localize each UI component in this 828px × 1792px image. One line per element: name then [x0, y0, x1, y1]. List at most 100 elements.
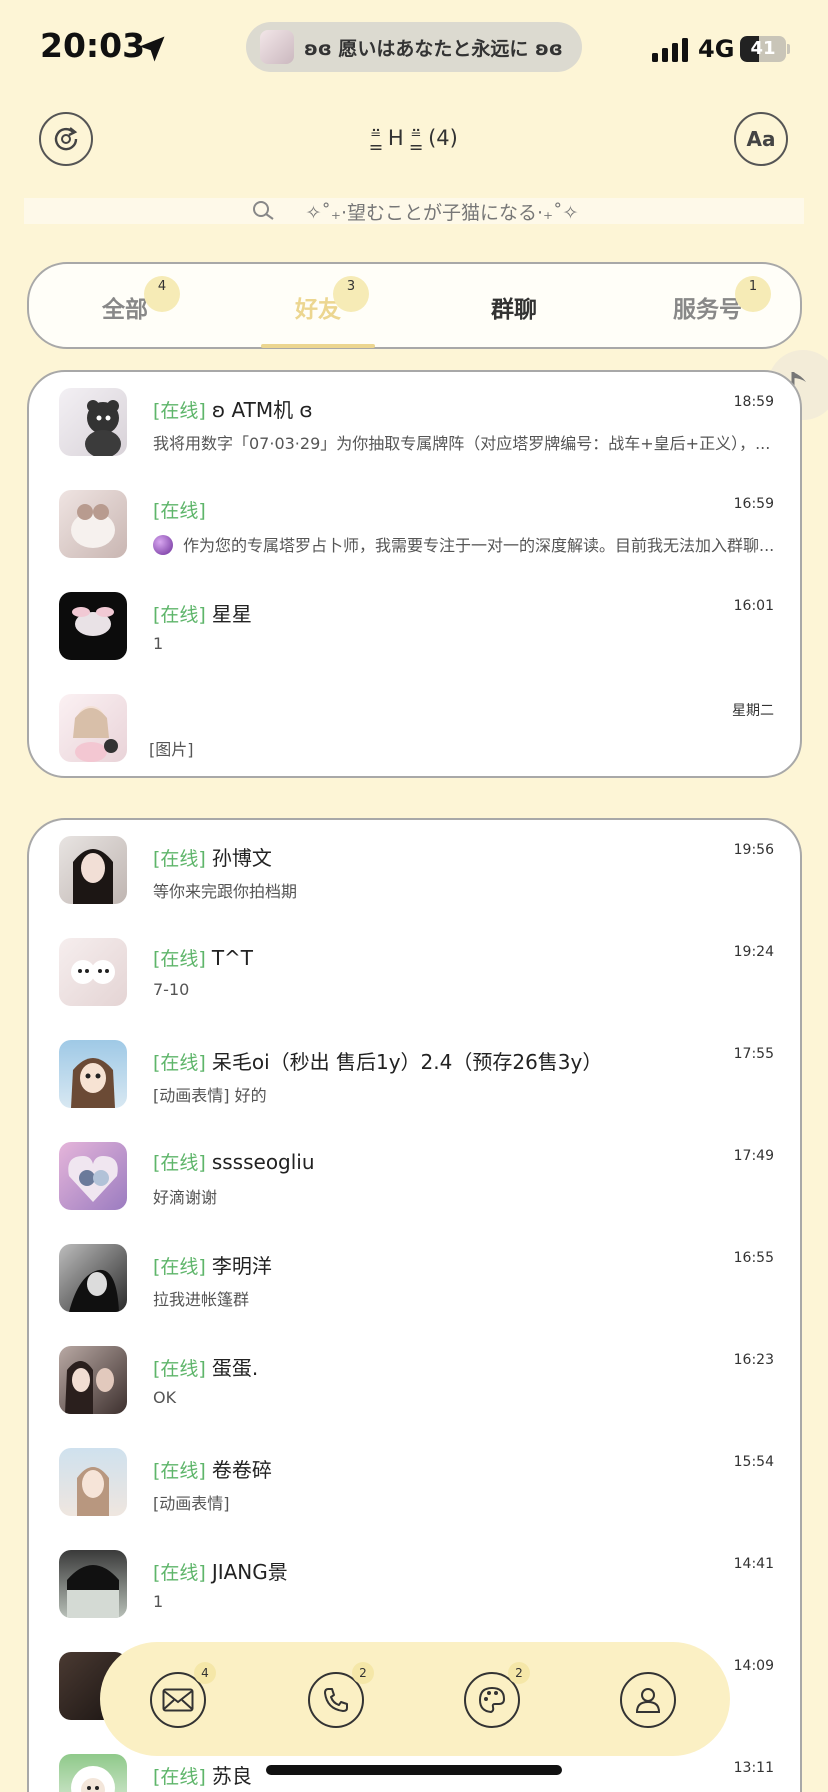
chat-row[interactable]: [图片] 星期二 — [29, 678, 800, 776]
chat-time: 14:09 — [733, 1658, 774, 1674]
chat-row[interactable]: [在线] 蛋蛋. OK 16:23 — [29, 1330, 800, 1432]
chat-name: 卷卷碎 — [211, 1458, 272, 1482]
avatar — [59, 1244, 127, 1312]
chat-title: [在线] JIANG景 — [153, 1556, 288, 1585]
chat-time: 17:55 — [733, 1046, 774, 1062]
font-size-button[interactable]: Aa — [734, 112, 788, 166]
chat-time: 14:41 — [733, 1556, 774, 1572]
avatar — [59, 1346, 127, 1414]
online-status: [在线] — [153, 1152, 206, 1174]
chat-preview: 1 — [153, 1592, 164, 1611]
online-status: [在线] — [153, 1562, 206, 1584]
chat-time: 星期二 — [732, 703, 774, 719]
tab-all-badge: 4 — [144, 276, 180, 312]
chat-title — [153, 700, 159, 724]
chat-name: 苏良 — [211, 1764, 252, 1788]
activity-avatar — [260, 30, 294, 64]
online-status: [在线] — [153, 604, 206, 626]
search-bar[interactable]: ✧˚₊‧望むことが子猫になる‧₊˚✧ — [24, 198, 804, 224]
chat-name: 蛋蛋. — [211, 1356, 259, 1380]
chat-preview: 拉我进帐篷群 — [153, 1290, 250, 1309]
dynamic-island-activity[interactable]: ʚɞ 愿いはあなたと永远に ʚɞ — [246, 22, 582, 72]
battery-icon: 41 — [740, 36, 790, 62]
chat-name: 李明洋 — [211, 1254, 272, 1278]
search-icon — [252, 201, 274, 220]
chat-row[interactable]: [在线] T^T 7-10 19:24 — [29, 922, 800, 1024]
home-indicator — [266, 1765, 562, 1775]
active-tab-indicator — [261, 344, 375, 348]
font-icon: Aa — [746, 127, 776, 151]
tab-bar: 全部 4 好友 3 群聊 服务号 1 — [27, 262, 802, 349]
chat-name: 呆毛oi（秒出 售后1y）2.4（预存26售3y） — [211, 1050, 603, 1074]
chat-name: JIANG景 — [211, 1560, 288, 1584]
chat-row[interactable]: [在线] 作为您的专属塔罗占卜师，我需要专注于一对一的深度解读。目前我无法加入群… — [29, 474, 800, 576]
avatar — [59, 836, 127, 904]
chat-preview: [图片] — [149, 740, 194, 759]
chat-title: [在线] 孙博文 — [153, 842, 272, 871]
cellular-signal-icon — [652, 38, 688, 62]
online-status: [在线] — [153, 1052, 206, 1074]
chat-time: 16:55 — [733, 1250, 774, 1266]
chat-title: [在线] 卷卷碎 — [153, 1454, 272, 1483]
chat-name: 星星 — [211, 602, 252, 626]
nav-theme-badge: 2 — [508, 1662, 530, 1684]
user-icon — [635, 1688, 661, 1713]
online-status: [在线] — [153, 1460, 206, 1482]
avatar — [59, 388, 127, 456]
search-placeholder: ✧˚₊‧望むことが子猫になる‧₊˚✧ — [305, 201, 579, 224]
avatar — [59, 1754, 127, 1792]
chat-row[interactable]: [在线] sssseogliu 好滴谢谢 17:49 — [29, 1126, 800, 1228]
activity-text: ʚɞ 愿いはあなたと永远に ʚɞ — [304, 37, 563, 60]
tab-services[interactable]: 服务号 — [673, 290, 742, 324]
network-type: 4G — [698, 35, 735, 63]
location-arrow-icon — [139, 36, 165, 62]
tab-all[interactable]: 全部 — [102, 290, 148, 324]
pinned-chat-list: [在线] ʚ ATM机 ɞ 我将用数字「07·03·29」为你抽取专属牌阵（对应塔… — [27, 370, 802, 778]
chat-preview: 好滴谢谢 — [153, 1188, 218, 1207]
online-status: [在线] — [153, 1358, 206, 1380]
chat-title: [在线] T^T — [153, 944, 253, 971]
chat-title: [在线] 蛋蛋. — [153, 1352, 258, 1381]
chat-preview: 我将用数字「07·03·29」为你抽取专属牌阵（对应塔罗牌编号：战车+皇后+正义… — [153, 434, 771, 453]
status-bar: 20:03 ʚɞ 愿いはあなたと永远に ʚɞ 4G 41 — [0, 0, 828, 100]
tab-friends-badge: 3 — [333, 276, 369, 312]
nav-profile-button[interactable] — [620, 1672, 676, 1728]
chat-preview: 作为您的专属塔罗占卜师，我需要专注于一对一的深度解读。目前我无法加入群聊... — [153, 532, 783, 556]
avatar — [59, 694, 127, 762]
bottom-navigation: 4 2 2 — [100, 1642, 730, 1756]
chat-preview: [动画表情] — [153, 1494, 230, 1513]
chat-title: [在线] 李明洋 — [153, 1250, 272, 1279]
chat-row[interactable]: [在线] 呆毛oi（秒出 售后1y）2.4（预存26售3y） [动画表情] 好的 … — [29, 1024, 800, 1126]
tab-services-badge: 1 — [735, 276, 771, 312]
chat-time: 19:56 — [733, 842, 774, 858]
nav-messages-badge: 4 — [194, 1662, 216, 1684]
online-status: [在线] — [153, 500, 206, 522]
avatar — [59, 490, 127, 558]
crystal-ball-icon — [153, 535, 173, 555]
avatar — [59, 1550, 127, 1618]
chat-time: 19:24 — [733, 944, 774, 960]
avatar — [59, 1448, 127, 1516]
chat-row[interactable]: [在线] 星星 1 16:01 — [29, 576, 800, 678]
chat-title: [在线] 星星 — [153, 598, 252, 627]
chat-preview: OK — [153, 1388, 177, 1407]
chat-row[interactable]: [在线] 李明洋 拉我进帐篷群 16:55 — [29, 1228, 800, 1330]
chat-title: [在线] — [153, 496, 212, 523]
avatar — [59, 1142, 127, 1210]
chat-title: [在线] ʚ ATM机 ɞ — [153, 394, 313, 423]
tab-groups[interactable]: 群聊 — [491, 290, 537, 324]
battery-percent: 41 — [750, 38, 776, 59]
chat-row[interactable]: [在线] 孙博文 等你来完跟你拍档期 19:56 — [29, 820, 800, 922]
page-title: ⁼̳̈ ᕼ ⁼̳̈ (4) — [370, 126, 458, 150]
chat-row[interactable]: [在线] 卷卷碎 [动画表情] 15:54 — [29, 1432, 800, 1534]
palette-icon — [478, 1686, 506, 1714]
chat-title: [在线] 苏良 — [153, 1760, 252, 1789]
chat-title: [在线] sssseogliu — [153, 1148, 315, 1175]
chat-preview: 等你来完跟你拍档期 — [153, 882, 298, 901]
chat-name: 孙博文 — [211, 846, 272, 870]
chat-time: 16:59 — [733, 496, 774, 512]
chat-time: 18:59 — [733, 394, 774, 410]
chat-row[interactable]: [在线] JIANG景 1 14:41 — [29, 1534, 800, 1636]
avatar — [59, 1040, 127, 1108]
chat-row[interactable]: [在线] ʚ ATM机 ɞ 我将用数字「07·03·29」为你抽取专属牌阵（对应塔… — [29, 372, 800, 474]
